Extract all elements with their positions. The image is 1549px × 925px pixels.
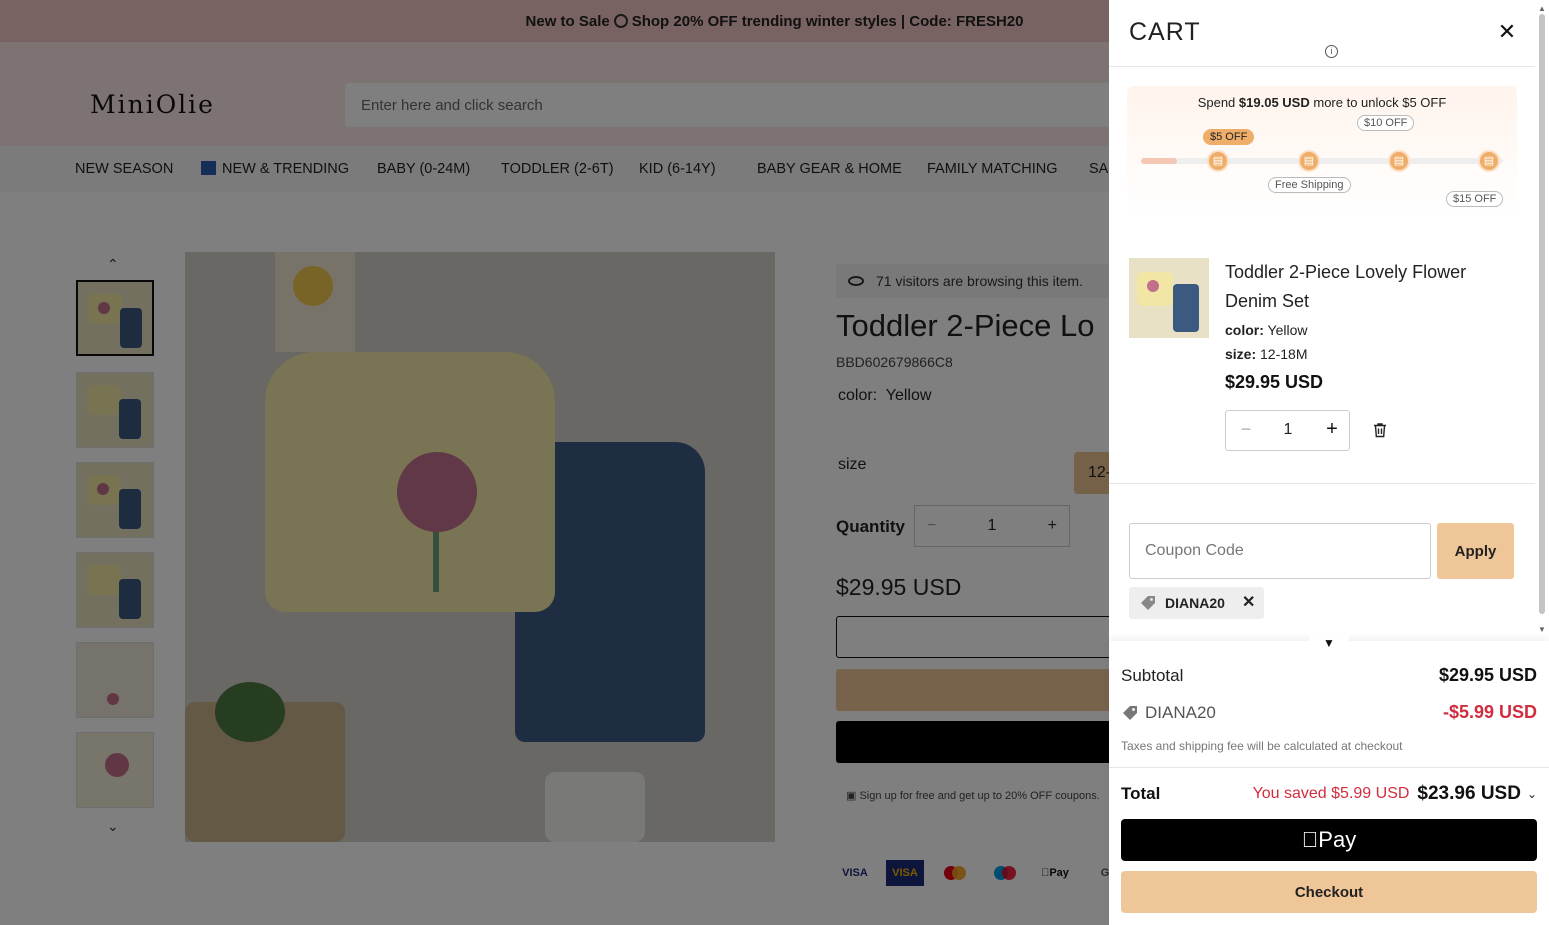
promo-prefix: Spend [1197, 95, 1236, 110]
gift-icon: ▤ [1388, 150, 1410, 172]
scroll-down-icon[interactable]: ▼ [1538, 625, 1546, 634]
subtotal-value: $29.95 USD [1438, 665, 1537, 685]
divider [1109, 767, 1549, 768]
tier-label-free-shipping: Free Shipping [1268, 177, 1351, 193]
tier-label-15-off: $15 OFF [1446, 191, 1504, 207]
apple-pay-label: Pay [1310, 827, 1356, 852]
promo-message: Spend $19.05 USD more to unlock $5 OFF [1127, 95, 1517, 110]
cart-drawer: CART ✕ i Spend $19.05 USD more to unlock… [1109, 0, 1549, 925]
apple-pay-button[interactable]:  Pay [1121, 819, 1537, 861]
remove-coupon-icon[interactable]: ✕ [1242, 592, 1255, 612]
promo-suffix: more to unlock $5 OFF [1313, 95, 1447, 110]
cart-title: CART [1129, 18, 1201, 46]
discount-code: DIANA20 [1145, 702, 1216, 722]
subtotal-label: Subtotal [1121, 665, 1184, 685]
cart-item-color: color: Yellow [1225, 322, 1308, 338]
promo-progress: Spend $19.05 USD more to unlock $5 OFF $… [1127, 86, 1517, 216]
gift-icon: ▤ [1207, 150, 1229, 172]
discount-value: -$5.99 USD [1442, 702, 1537, 722]
order-summary: ▼ Subtotal $29.95 USD DIANA20 -$5.99 USD… [1109, 635, 1549, 925]
cart-scrollbar[interactable]: ▲ ▼ [1535, 0, 1549, 640]
applied-coupon-chip: DIANA20 ✕ [1129, 587, 1264, 619]
divider [1109, 66, 1535, 67]
tier-label-10-off: $10 OFF [1357, 115, 1415, 131]
discount-label: DIANA20 [1121, 703, 1216, 723]
gift-icon: ▤ [1478, 150, 1500, 172]
checkout-button[interactable]: Checkout [1121, 871, 1537, 913]
tax-note: Taxes and shipping fee will be calculate… [1121, 739, 1403, 753]
chevron-down-icon[interactable]: ⌄ [1527, 787, 1537, 801]
size-label: size: [1225, 346, 1257, 362]
cart-item-price: $29.95 USD [1225, 372, 1324, 392]
scrollbar-thumb[interactable] [1539, 14, 1545, 614]
close-icon[interactable]: ✕ [1495, 20, 1519, 44]
total-label: Total [1121, 784, 1161, 803]
promo-amount: $19.05 USD [1238, 95, 1310, 110]
discount-row: DIANA20 -$5.99 USD [1121, 702, 1537, 723]
tag-icon [1123, 705, 1137, 720]
total-value: $23.96 USD [1417, 783, 1521, 804]
tier-label-5-off: $5 OFF [1203, 129, 1255, 145]
total-group[interactable]: You saved $5.99 USD $23.96 USD ⌄ [1253, 783, 1537, 805]
gift-icon: ▤ [1298, 150, 1320, 172]
divider [1109, 483, 1535, 484]
collapse-chevron-icon[interactable]: ▼ [1309, 635, 1349, 655]
size-value: 12-18M [1260, 346, 1308, 362]
total-row: Total You saved $5.99 USD $23.96 USD ⌄ [1121, 783, 1537, 805]
trash-icon[interactable] [1371, 421, 1389, 439]
subtotal-row: Subtotal $29.95 USD [1121, 665, 1537, 686]
progress-track [1141, 158, 1503, 164]
progress-fill [1141, 158, 1178, 164]
color-value: Yellow [1267, 322, 1308, 338]
scroll-up-icon[interactable]: ▲ [1538, 4, 1546, 13]
info-icon[interactable]: i [1325, 45, 1338, 58]
cart-item-name[interactable]: Toddler 2-Piece Lovely Flower Denim Set [1225, 258, 1515, 316]
cart-item-size: size: 12-18M [1225, 346, 1307, 362]
applied-coupon-code: DIANA20 [1165, 595, 1225, 611]
saved-text: You saved $5.99 USD [1252, 785, 1410, 802]
decrease-button[interactable]: − [1236, 419, 1256, 441]
quantity-stepper: − 1 + [1225, 410, 1350, 451]
apply-coupon-button[interactable]: Apply [1437, 523, 1514, 579]
coupon-code-input[interactable] [1129, 523, 1431, 579]
increase-button[interactable]: + [1322, 418, 1342, 440]
tag-icon [1141, 596, 1155, 610]
quantity-value[interactable]: 1 [1270, 421, 1306, 439]
color-label: color: [1225, 322, 1264, 338]
apple-icon:  [1302, 827, 1319, 853]
cart-item-image[interactable] [1129, 258, 1209, 338]
